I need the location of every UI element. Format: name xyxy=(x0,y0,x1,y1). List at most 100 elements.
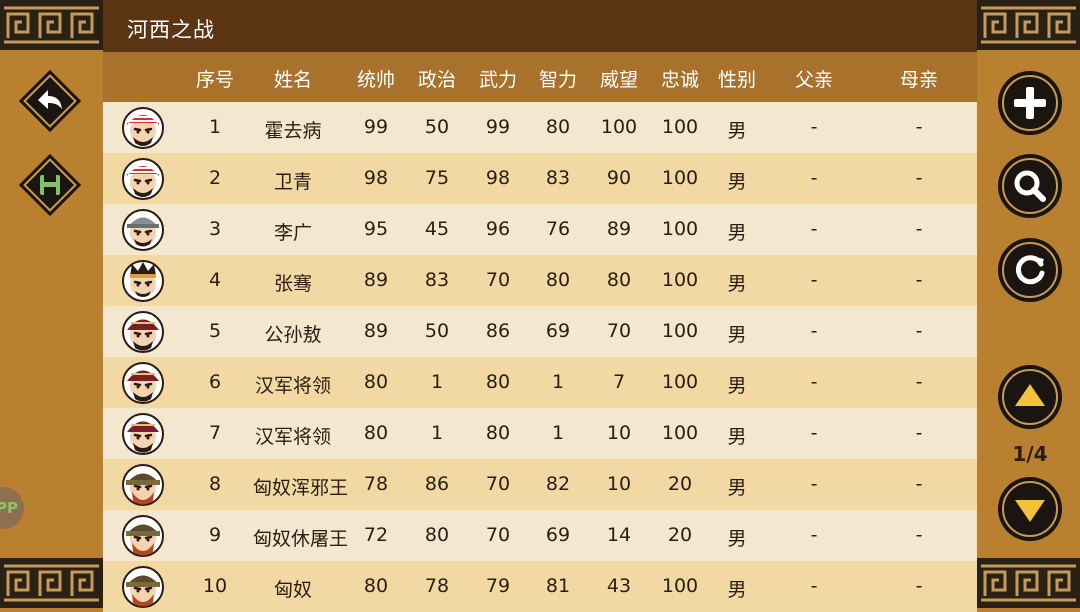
cell-intellect: 80 xyxy=(545,269,571,291)
column-header-mother[interactable]: 母亲 xyxy=(894,65,944,92)
table-row[interactable]: 8 匈奴浑邪王 78 86 70 82 10 20 男 - - xyxy=(103,459,977,510)
column-header-father[interactable]: 父亲 xyxy=(789,65,839,92)
cell-mother: - xyxy=(915,320,923,342)
cell-prestige: 89 xyxy=(606,218,632,240)
cell-force: 99 xyxy=(485,116,511,138)
xiongnu-face-avatar xyxy=(122,566,164,608)
cell-loyalty: 100 xyxy=(661,422,699,444)
page-down-button[interactable] xyxy=(997,476,1063,542)
cell-gender: 男 xyxy=(727,426,747,448)
column-header-no[interactable]: 序号 xyxy=(193,65,237,92)
cell-no: 6 xyxy=(208,371,222,393)
cell-prestige: 80 xyxy=(606,269,632,291)
cell-command: 89 xyxy=(363,269,389,291)
cell-command: 80 xyxy=(363,422,389,444)
cell-name: 匈奴浑邪王 xyxy=(253,477,349,499)
red-turban-face-avatar xyxy=(122,107,164,149)
cell-father: - xyxy=(810,371,818,393)
cell-no: 3 xyxy=(208,218,222,240)
cell-gender: 男 xyxy=(727,171,747,193)
cell-intellect: 1 xyxy=(551,371,565,393)
maroon-helmet-face-avatar xyxy=(122,311,164,353)
table-row[interactable]: 5 公孙敖 89 50 86 69 70 100 男 - - xyxy=(103,306,977,357)
cell-force: 80 xyxy=(485,422,511,444)
cell-gender: 男 xyxy=(727,120,747,142)
cell-politics: 45 xyxy=(424,218,450,240)
table-row[interactable]: 6 汉军将领 80 1 80 1 7 100 男 - - xyxy=(103,357,977,408)
cell-gender: 男 xyxy=(727,477,747,499)
column-header-name[interactable]: 姓名 xyxy=(253,65,333,92)
cell-force: 79 xyxy=(485,575,511,597)
general-list-panel: 河西之战 序号 姓名 统帅 政治 武力 智力 威望 忠诚 性别 父亲 母亲 1 霍… xyxy=(103,0,977,612)
maroon-helmet-face-avatar xyxy=(122,413,164,455)
cell-father: - xyxy=(810,575,818,597)
cell-force: 96 xyxy=(485,218,511,240)
cell-no: 2 xyxy=(208,167,222,189)
cell-name: 霍去病 xyxy=(264,120,322,142)
table-row[interactable]: 3 李广 95 45 96 76 89 100 男 - - xyxy=(103,204,977,255)
table-header: 序号 姓名 统帅 政治 武力 智力 威望 忠诚 性别 父亲 母亲 xyxy=(103,52,977,102)
cell-loyalty: 20 xyxy=(667,524,693,546)
column-header-gender[interactable]: 性别 xyxy=(712,65,762,92)
cell-name: 李广 xyxy=(273,222,312,244)
table-row[interactable]: 2 卫青 98 75 98 83 90 100 男 - - xyxy=(103,153,977,204)
save-floppy-icon xyxy=(40,175,60,195)
cell-force: 70 xyxy=(485,269,511,291)
column-header-intellect[interactable]: 智力 xyxy=(533,65,583,92)
page-indicator: 1/4 xyxy=(1012,442,1048,466)
cell-father: - xyxy=(810,269,818,291)
cell-intellect: 69 xyxy=(545,524,571,546)
app-floating-bubble[interactable]: PP xyxy=(0,487,24,529)
cell-name: 卫青 xyxy=(273,171,312,193)
cell-force: 86 xyxy=(485,320,511,342)
save-button[interactable] xyxy=(16,151,84,219)
cell-command: 98 xyxy=(363,167,389,189)
cell-name: 匈奴 xyxy=(273,579,312,601)
cell-name: 公孙敖 xyxy=(264,324,322,346)
cell-prestige: 14 xyxy=(606,524,632,546)
table-row[interactable]: 9 匈奴休屠王 72 80 70 69 14 20 男 - - xyxy=(103,510,977,561)
column-header-force[interactable]: 武力 xyxy=(473,65,523,92)
cell-name: 汉军将领 xyxy=(254,375,331,397)
cell-loyalty: 100 xyxy=(661,269,699,291)
cell-force: 98 xyxy=(485,167,511,189)
table-row[interactable]: 1 霍去病 99 50 99 80 100 100 男 - - xyxy=(103,102,977,153)
table-row[interactable]: 4 张骞 89 83 70 80 80 100 男 - - xyxy=(103,255,977,306)
cell-gender: 男 xyxy=(727,375,747,397)
cell-command: 99 xyxy=(363,116,389,138)
xiongnu-face-avatar xyxy=(122,515,164,557)
cell-force: 70 xyxy=(485,473,511,495)
cell-mother: - xyxy=(915,524,923,546)
column-header-prestige[interactable]: 威望 xyxy=(594,65,644,92)
cell-mother: - xyxy=(915,575,923,597)
refresh-button[interactable] xyxy=(997,237,1063,303)
cell-politics: 86 xyxy=(424,473,450,495)
back-button[interactable] xyxy=(16,67,84,135)
column-header-command[interactable]: 统帅 xyxy=(351,65,401,92)
page-up-button[interactable] xyxy=(997,364,1063,430)
cell-loyalty: 100 xyxy=(661,218,699,240)
cell-prestige: 7 xyxy=(612,371,626,393)
column-header-loyalty[interactable]: 忠诚 xyxy=(655,65,705,92)
cell-prestige: 10 xyxy=(606,422,632,444)
table-row[interactable]: 7 汉军将领 80 1 80 1 10 100 男 - - xyxy=(103,408,977,459)
cell-mother: - xyxy=(915,371,923,393)
cell-mother: - xyxy=(915,422,923,444)
cell-politics: 50 xyxy=(424,320,450,342)
column-header-politics[interactable]: 政治 xyxy=(412,65,462,92)
cell-politics: 78 xyxy=(424,575,450,597)
add-button[interactable] xyxy=(997,70,1063,136)
cell-prestige: 43 xyxy=(606,575,632,597)
title-bar: 河西之战 xyxy=(103,0,977,52)
cell-gender: 男 xyxy=(727,222,747,244)
cell-loyalty: 100 xyxy=(661,167,699,189)
cell-intellect: 81 xyxy=(545,575,571,597)
table-row[interactable]: 10 匈奴 80 78 79 81 43 100 男 - - xyxy=(103,561,977,612)
cell-loyalty: 100 xyxy=(661,320,699,342)
cell-prestige: 100 xyxy=(600,116,638,138)
cell-father: - xyxy=(810,167,818,189)
cell-no: 1 xyxy=(208,116,222,138)
cell-politics: 80 xyxy=(424,524,450,546)
search-button[interactable] xyxy=(997,153,1063,219)
page-title: 河西之战 xyxy=(127,18,215,42)
